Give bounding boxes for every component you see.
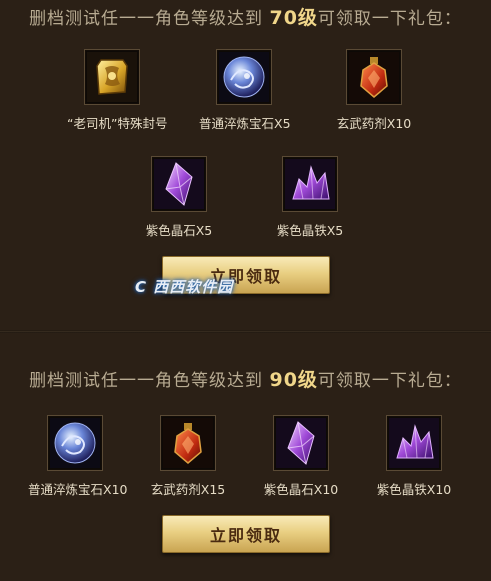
- gem-orb-icon: [216, 49, 272, 105]
- potion-bottle-icon: [346, 49, 402, 105]
- section-title: 删档测试任一一角色等级达到 70级可领取一下礼包：: [0, 3, 491, 30]
- title-plaque-icon: [84, 49, 140, 105]
- reward-section-level-90: 删档测试任一一角色等级达到 90级可领取一下礼包： 普通淬炼宝石X10 玄武药剂…: [0, 333, 491, 581]
- level-requirement: 90级: [269, 369, 318, 391]
- claim-button[interactable]: 立即领取: [162, 515, 330, 553]
- reward-name: 紫色晶铁X5: [276, 223, 344, 238]
- reward-item: 紫色晶铁X10: [367, 415, 461, 498]
- reward-item: 紫色晶铁X5: [265, 156, 355, 239]
- reward-item: 玄武药剂X15: [141, 415, 235, 498]
- reward-name: 玄武药剂X10: [336, 116, 412, 131]
- reward-name: 紫色晶铁X10: [376, 482, 452, 497]
- reward-name: 紫色晶石X5: [145, 223, 213, 238]
- gem-orb-icon: [47, 415, 103, 471]
- reward-name: 玄武药剂X15: [150, 482, 226, 497]
- reward-section-level-70: 删档测试任一一角色等级达到 70级可领取一下礼包： “老司机”特殊封号 普通淬炼…: [0, 0, 491, 330]
- reward-item: 普通淬炼宝石X10: [28, 415, 128, 498]
- purple-crystal-icon: [151, 156, 207, 212]
- reward-name: 紫色晶石X10: [263, 482, 339, 497]
- reward-item: “老司机”特殊封号: [67, 49, 168, 132]
- purple-ore-icon: [282, 156, 338, 212]
- reward-name: “老司机”特殊封号: [67, 116, 168, 131]
- purple-crystal-icon: [273, 415, 329, 471]
- section-title: 删档测试任一一角色等级达到 90级可领取一下礼包：: [0, 365, 491, 392]
- level-requirement: 70级: [269, 7, 318, 29]
- watermark-logo: C 西西软件园: [135, 278, 234, 296]
- reward-name: 普通淬炼宝石X5: [199, 116, 291, 131]
- title-prefix: 删档测试任一一角色等级达到: [29, 371, 270, 391]
- reward-item: 玄武药剂X10: [329, 49, 419, 132]
- reward-item: 紫色晶石X10: [254, 415, 348, 498]
- title-prefix: 删档测试任一一角色等级达到: [29, 9, 270, 29]
- potion-bottle-icon: [160, 415, 216, 471]
- title-suffix: 可领取一下礼包：: [317, 371, 462, 391]
- reward-item: 紫色晶石X5: [134, 156, 224, 239]
- purple-ore-icon: [386, 415, 442, 471]
- title-suffix: 可领取一下礼包：: [317, 9, 462, 29]
- reward-item: 普通淬炼宝石X5: [199, 49, 291, 132]
- reward-name: 普通淬炼宝石X10: [28, 482, 128, 497]
